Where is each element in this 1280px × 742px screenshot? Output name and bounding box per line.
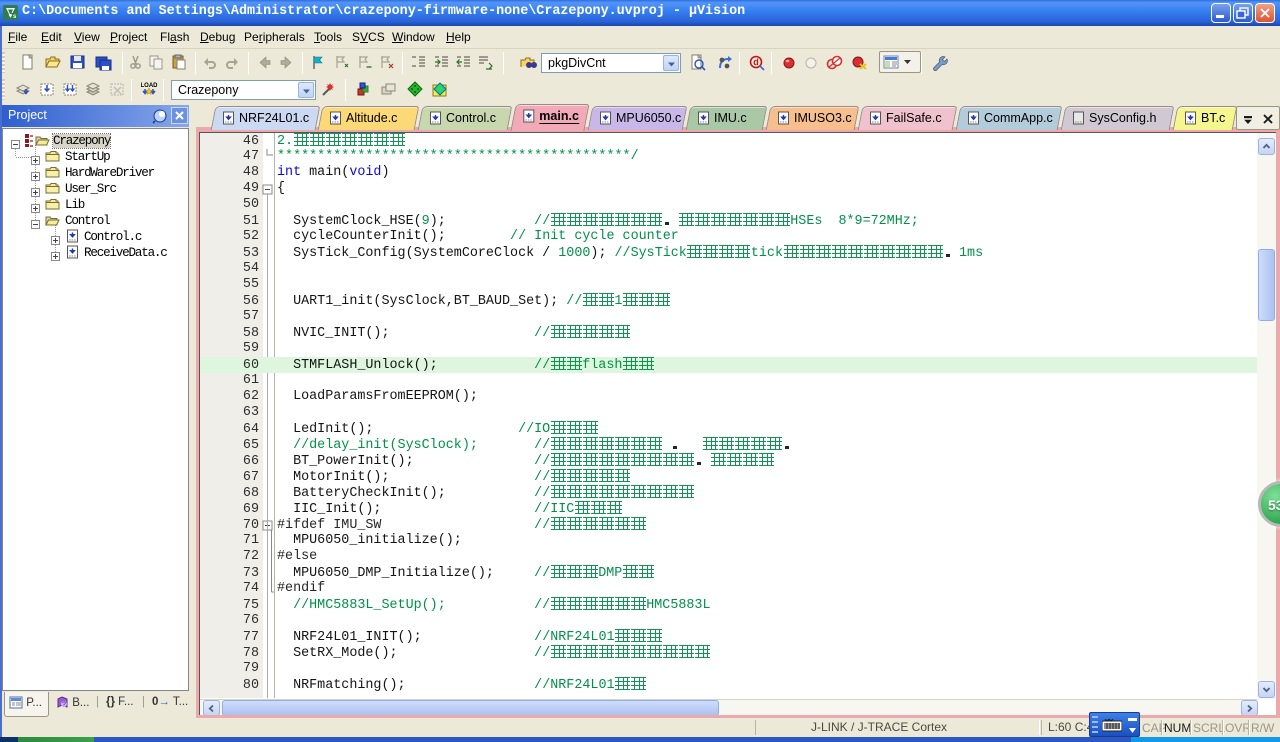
svg-text:?: ? xyxy=(62,702,66,709)
svg-text:d: d xyxy=(753,57,759,67)
svg-text:LOAD: LOAD xyxy=(141,83,158,89)
